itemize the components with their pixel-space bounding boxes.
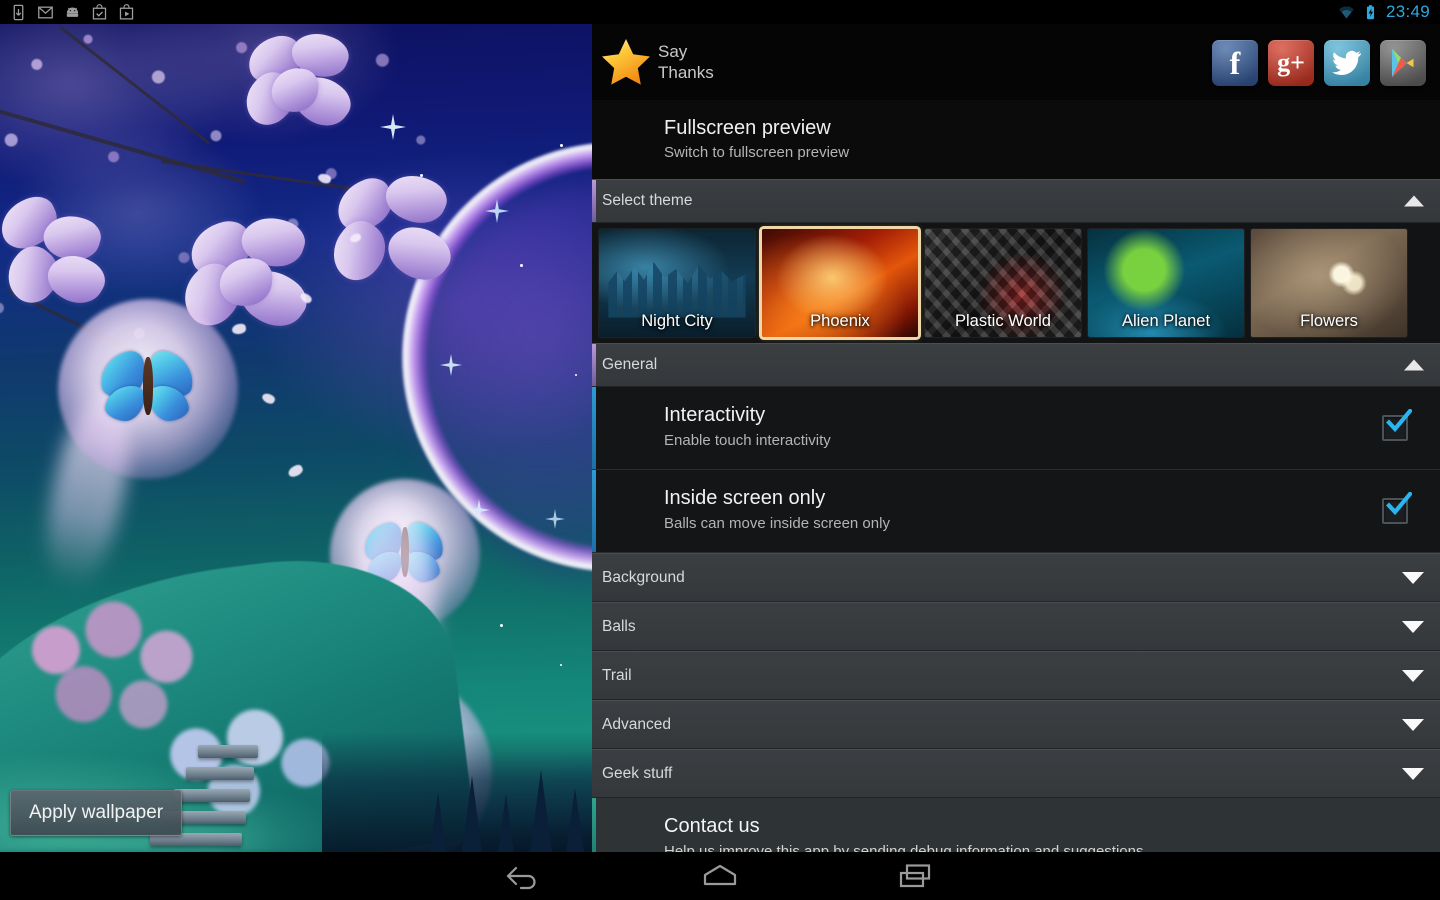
- fullscreen-preview-row[interactable]: Fullscreen preview Switch to fullscreen …: [592, 100, 1440, 179]
- checkmark-icon: [1386, 492, 1412, 516]
- butterfly-icon: [95, 348, 199, 429]
- play-video-icon: [119, 3, 134, 20]
- say-thanks-button[interactable]: Say Thanks: [600, 36, 714, 88]
- theme-item-alien-planet[interactable]: Alien Planet: [1088, 229, 1244, 337]
- star-dot: [500, 624, 503, 627]
- gmail-icon: [38, 6, 53, 18]
- contact-us-title: Contact us: [664, 815, 760, 837]
- star-dot: [560, 664, 562, 666]
- section-header-general[interactable]: General: [592, 343, 1440, 387]
- theme-label: Night City: [641, 312, 713, 330]
- facebook-button[interactable]: f: [1212, 40, 1258, 86]
- back-arrow-icon: [506, 866, 536, 890]
- section-header-balls[interactable]: Balls: [592, 602, 1440, 651]
- section-label-background: Background: [602, 568, 685, 586]
- twitter-button[interactable]: [1324, 40, 1370, 86]
- star-dot: [575, 374, 577, 376]
- pref-title-inside-screen-only: Inside screen only: [664, 487, 826, 509]
- purple-flower: [235, 25, 360, 144]
- back-button[interactable]: [496, 856, 552, 896]
- star-icon: [602, 39, 650, 85]
- recents-button[interactable]: [888, 856, 944, 896]
- wallpaper-preview[interactable]: Apply wallpaper: [0, 24, 592, 852]
- navigation-bar: [0, 852, 1440, 900]
- apply-wallpaper-button[interactable]: Apply wallpaper: [10, 790, 183, 836]
- home-button[interactable]: [692, 856, 748, 896]
- pref-title-interactivity: Interactivity: [664, 404, 766, 426]
- caret-down-icon: [1402, 767, 1424, 780]
- theme-label: Flowers: [1300, 312, 1358, 330]
- status-system-icons: 23:49: [1338, 0, 1430, 24]
- star-dot: [420, 174, 423, 177]
- section-label-general: General: [602, 356, 658, 373]
- google-plus-glyph: g+: [1277, 48, 1305, 77]
- status-bar: 23:49: [0, 0, 1440, 24]
- caret-up-icon: [1404, 359, 1424, 371]
- status-notification-icons: [0, 3, 135, 21]
- section-label-trail: Trail: [602, 666, 632, 684]
- pref-row-interactivity[interactable]: Interactivity Enable touch interactivity: [592, 387, 1440, 470]
- section-header-select-theme[interactable]: Select theme: [592, 179, 1440, 223]
- google-play-button[interactable]: [1380, 40, 1426, 86]
- home-icon: [703, 864, 737, 886]
- star-dot: [520, 264, 523, 267]
- section-header-geek-stuff[interactable]: Geek stuff: [592, 749, 1440, 798]
- theme-item-phoenix[interactable]: Phoenix: [762, 229, 918, 337]
- checkbox-inside-screen-only[interactable]: [1382, 492, 1412, 524]
- settings-panel: Say Thanks f g+ Fullscreen preview Switc…: [592, 24, 1440, 852]
- panel-header: Say Thanks f g+: [592, 24, 1440, 100]
- recents-icon: [899, 864, 931, 888]
- twitter-bird-icon: [1332, 50, 1361, 75]
- section-header-advanced[interactable]: Advanced: [592, 700, 1440, 749]
- section-label-balls: Balls: [602, 617, 636, 635]
- theme-item-plastic-world[interactable]: Plastic World: [925, 229, 1081, 337]
- brand-line-1: Say: [658, 42, 688, 61]
- wifi-icon: [1339, 5, 1354, 19]
- caret-down-icon: [1402, 718, 1424, 731]
- section-label-geek-stuff: Geek stuff: [602, 764, 673, 782]
- contact-us-row[interactable]: Contact us Help us improve this app by s…: [592, 798, 1440, 852]
- checkbox-interactivity[interactable]: [1382, 409, 1412, 441]
- caret-down-icon: [1402, 571, 1424, 584]
- purple-flower: [321, 165, 470, 294]
- social-buttons: f g+: [1212, 40, 1426, 86]
- caret-up-icon: [1404, 195, 1424, 207]
- section-label-select-theme: Select theme: [602, 192, 693, 209]
- pref-row-inside-screen-only[interactable]: Inside screen only Balls can move inside…: [592, 470, 1440, 553]
- section-label-advanced: Advanced: [602, 715, 671, 733]
- screen: 23:49 Apply wallpaper Say Thanks f g+ Fu…: [0, 0, 1440, 900]
- checkbox-app-icon: [92, 3, 107, 20]
- theme-label: Phoenix: [810, 312, 870, 330]
- theme-label: Alien Planet: [1121, 312, 1211, 330]
- theme-label: Plastic World: [955, 312, 1051, 330]
- google-plus-button[interactable]: g+: [1268, 40, 1314, 86]
- status-clock: 23:49: [1385, 2, 1430, 21]
- download-icon: [13, 4, 24, 20]
- fullscreen-preview-title: Fullscreen preview: [664, 117, 831, 139]
- checkmark-icon: [1386, 409, 1412, 433]
- pref-subtitle-interactivity: Enable touch interactivity: [664, 432, 831, 449]
- caret-down-icon: [1402, 669, 1424, 682]
- theme-item-flowers[interactable]: Flowers: [1251, 229, 1407, 337]
- facebook-glyph: f: [1229, 45, 1241, 81]
- contact-us-subtitle: Help us improve this app by sending debu…: [664, 843, 1144, 852]
- theme-item-night-city[interactable]: Night City: [599, 229, 755, 337]
- section-header-background[interactable]: Background: [592, 553, 1440, 602]
- google-play-icon: [1392, 49, 1414, 77]
- butterfly-orb: [33, 299, 238, 595]
- star-dot: [560, 144, 563, 147]
- battery-charging-icon: [1366, 4, 1374, 19]
- pref-subtitle-inside-screen-only: Balls can move inside screen only: [664, 515, 890, 532]
- theme-list[interactable]: Night City Phoenix Plastic World Alien P…: [592, 223, 1440, 343]
- distant-treeline: [322, 732, 592, 852]
- android-icon: [66, 7, 79, 17]
- caret-down-icon: [1402, 620, 1424, 633]
- brand-line-2: Thanks: [658, 63, 714, 82]
- fullscreen-preview-subtitle: Switch to fullscreen preview: [664, 144, 850, 161]
- section-header-trail[interactable]: Trail: [592, 651, 1440, 700]
